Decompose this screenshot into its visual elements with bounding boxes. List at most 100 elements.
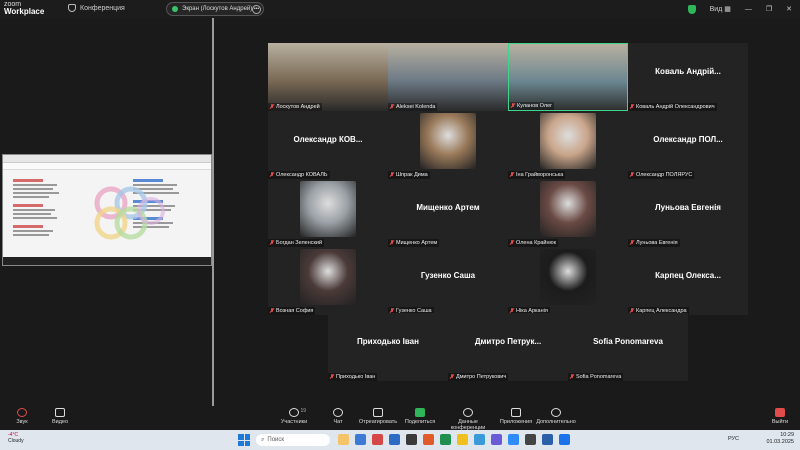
weather-widget[interactable]: -4°C Cloudy [8, 432, 24, 444]
screen-share-indicator[interactable]: Экран (Лоскутов Андрей) ••• [166, 2, 264, 16]
minimize-icon[interactable]: — [745, 6, 752, 13]
more-icon[interactable]: ••• [252, 5, 261, 14]
participant-avatar [300, 249, 356, 305]
telegram-icon[interactable] [474, 434, 485, 445]
participant-display-name: Коваль Андрій... [655, 67, 721, 76]
zoom-icon[interactable] [508, 434, 519, 445]
file-explorer-icon[interactable] [338, 434, 349, 445]
participant-display-name: Карпец Олекса... [655, 271, 721, 280]
app-icon[interactable] [542, 434, 553, 445]
participant-name-label: Олена Крайнюк [508, 239, 559, 247]
participant-tile[interactable]: Богдан Зеленский [268, 179, 388, 247]
participant-display-name: Луньова Евгенія [655, 203, 721, 212]
participant-tile[interactable]: Куланов Олег [508, 43, 628, 111]
participant-name-label: Богдан Зеленский [268, 239, 325, 247]
shared-screen-thumbnail[interactable] [2, 154, 212, 266]
participant-tile[interactable]: Карпец Олекса... Карпец Александра [628, 247, 748, 315]
participant-video [388, 43, 508, 111]
participant-tile[interactable]: Приходько Іван Приходько Іван [328, 313, 448, 381]
microphone-muted-icon [630, 104, 634, 110]
participant-tile[interactable]: Дмитро Петрук... Дмитро Петрукович [448, 313, 568, 381]
title-bar: zoom Workplace Конференция Экран (Лоскут… [0, 0, 800, 18]
microphone-muted-icon [630, 240, 634, 246]
app-icon[interactable] [559, 434, 570, 445]
participant-name-label: Дмитро Петрукович [448, 373, 509, 381]
participant-display-name: Олександр ПОЛ... [653, 135, 723, 144]
participant-display-name: Приходько Іван [357, 337, 419, 346]
meeting-info-button[interactable]: Данные конференции [444, 408, 492, 431]
participant-tile[interactable]: Луньова Евгенія Луньова Евгенія [628, 179, 748, 247]
participants-button[interactable]: 19 Участники [270, 408, 318, 425]
microphone-muted-icon [270, 308, 274, 314]
language-indicator[interactable]: РУС [728, 436, 739, 442]
microphone-muted-icon [270, 104, 274, 110]
participant-tile[interactable]: Олена Крайнюк [508, 179, 628, 247]
video-button[interactable]: Видео [36, 408, 84, 425]
participant-name: Коваль Андрій Олександрович [636, 104, 715, 110]
participant-tile[interactable]: Лоскутов Андрей [268, 43, 388, 111]
close-icon[interactable]: ✕ [786, 5, 792, 13]
participant-tile[interactable]: Шпрак Дима [388, 111, 508, 179]
participant-name-label: Лоскутов Андрей [268, 103, 322, 111]
encryption-shield-icon[interactable] [687, 4, 696, 14]
panel-divider[interactable] [212, 18, 214, 406]
viber-icon[interactable] [491, 434, 502, 445]
app-icon[interactable] [372, 434, 383, 445]
zoom-logo: zoom Workplace [4, 1, 45, 16]
powerpoint-icon[interactable] [423, 434, 434, 445]
participant-tile[interactable]: Коваль Андрій... Коваль Андрій Олександро… [628, 43, 748, 111]
camera-icon [55, 408, 65, 417]
word-icon[interactable] [389, 434, 400, 445]
share-screen-icon [415, 408, 425, 417]
participant-tile[interactable]: Aleksei Kolenda [388, 43, 508, 111]
share-status-icon [172, 6, 178, 12]
participant-tile[interactable]: Гузенко Саша Гузенко Саша [388, 247, 508, 315]
chrome-icon[interactable] [457, 434, 468, 445]
participant-name: Олена Крайнюк [516, 240, 557, 246]
video-grid-last-row: Приходько Іван Приходько Іван Дмитро Петру… [328, 313, 688, 381]
participant-avatar [540, 249, 596, 305]
participant-name: Куланов Олег [517, 103, 553, 109]
participant-tile[interactable]: Возная София [268, 247, 388, 315]
microphone-muted-icon [630, 172, 634, 178]
leave-button[interactable]: Выйти [756, 408, 800, 425]
participant-name: Богдан Зеленский [276, 240, 323, 246]
participant-video [509, 44, 627, 110]
participant-name: Олександр КОВАЛЬ [276, 172, 328, 178]
search-icon: ⌕ [261, 436, 265, 443]
microphone-muted-icon [270, 172, 274, 178]
participant-name-label: Іна Грайворонська [508, 171, 566, 179]
maximize-icon[interactable]: ❐ [766, 5, 772, 13]
excel-icon[interactable] [440, 434, 451, 445]
participant-name-label: Возная София [268, 307, 316, 315]
participant-display-name: Гузенко Саша [420, 271, 476, 280]
microphone-muted-icon [511, 103, 515, 109]
participant-display-name: Мищенко Артем [416, 203, 480, 212]
app-icon[interactable] [406, 434, 417, 445]
react-button[interactable]: Отреагировать [354, 408, 402, 425]
microphone-muted-icon [510, 172, 514, 178]
participant-tile[interactable]: Олександр КОВ... Олександр КОВАЛЬ [268, 111, 388, 179]
participant-tile[interactable]: Іна Грайворонська [508, 111, 628, 179]
clock[interactable]: 10:29 01.03.2025 [766, 432, 794, 446]
participant-avatar [420, 113, 476, 169]
conference-info-button[interactable]: Конференция [68, 4, 125, 12]
participant-name: Aleksei Kolenda [396, 104, 436, 110]
apps-icon [511, 408, 521, 417]
microphone-muted-icon [450, 374, 454, 380]
share-button[interactable]: Поделиться [396, 408, 444, 425]
participant-tile[interactable]: Олександр ПОЛ... Олександр ПОЛЯРУС [628, 111, 748, 179]
windows-start-icon[interactable] [238, 434, 250, 446]
taskbar-search-input[interactable]: ⌕ Поиск [256, 434, 330, 446]
microphone-muted-icon [330, 374, 334, 380]
participant-tile[interactable]: Sofia Ponomareva Sofia Ponomareva [568, 313, 688, 381]
edge-icon[interactable] [355, 434, 366, 445]
participant-tile[interactable]: Мищенко Артем Мищенко Артем [388, 179, 508, 247]
participant-tile[interactable]: Ніка Арканія [508, 247, 628, 315]
participant-name-label: Шпрак Дима [388, 171, 430, 179]
participant-name-label: Коваль Андрій Олександрович [628, 103, 717, 111]
app-icon[interactable] [525, 434, 536, 445]
view-button[interactable]: Вид ▦ [710, 5, 731, 13]
more-button[interactable]: Дополнительно [532, 408, 580, 425]
participant-name-label: Sofia Ponomareva [568, 373, 624, 381]
